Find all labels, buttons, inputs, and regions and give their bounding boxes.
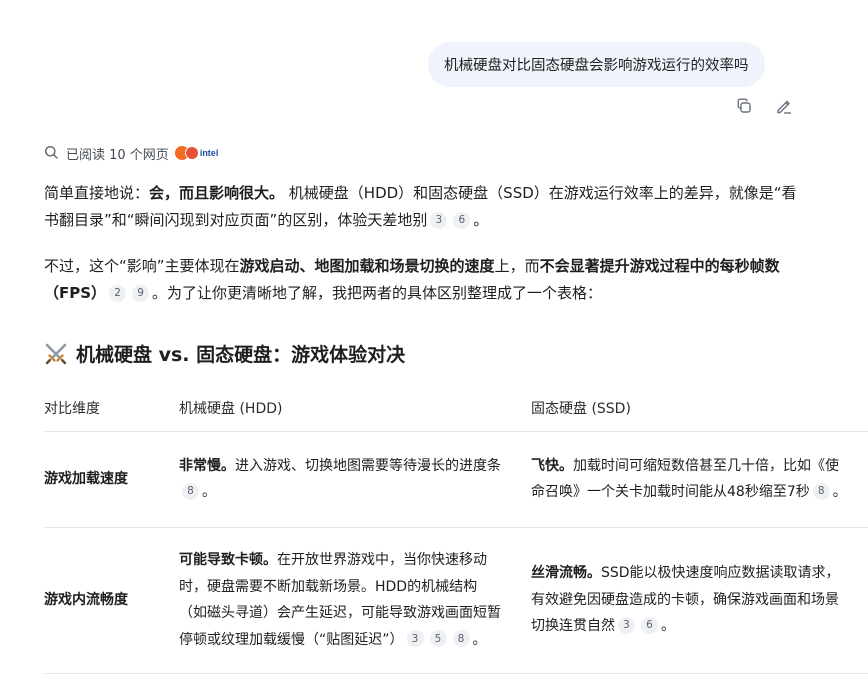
citation-badge[interactable]: 3: [430, 212, 448, 229]
citation-badge[interactable]: 2: [109, 285, 127, 302]
user-message-bubble: 机械硬盘对比固态硬盘会影响游戏运行的效率吗: [428, 42, 765, 87]
section-title-text: 机械硬盘 vs. 固态硬盘：游戏体验对决: [76, 344, 406, 366]
citation-badge[interactable]: 6: [641, 617, 658, 634]
citation-badge[interactable]: 3: [618, 617, 635, 634]
user-message-text: 机械硬盘对比固态硬盘会影响游戏运行的效率吗: [444, 58, 749, 74]
intel-logo-icon: intel: [199, 148, 219, 158]
table-cell-hdd: 可能导致卡顿。在开放世界游戏中，当你快速移动时，硬盘需要不断加载新场景。HDD的…: [179, 527, 531, 674]
comparison-table: 对比维度 机械硬盘 (HDD) 固态硬盘 (SSD) 游戏加载速度 非常慢。进入…: [44, 387, 868, 674]
source-favicons: intel: [174, 146, 219, 160]
crossed-swords-icon: [44, 342, 68, 366]
citation-badge[interactable]: 8: [452, 630, 470, 648]
table-header-row: 对比维度 机械硬盘 (HDD) 固态硬盘 (SSD): [44, 387, 868, 432]
table-cell-dimension: 游戏内流畅度: [44, 527, 179, 674]
table-cell-hdd: 非常慢。进入游戏、切换地图需要等待漫长的进度条8。: [179, 431, 531, 528]
section-heading: 机械硬盘 vs. 固态硬盘：游戏体验对决: [44, 340, 405, 367]
table-header-cell: 对比维度: [44, 387, 179, 432]
table-cell-ssd: 飞快。加载时间可缩短数倍甚至几十倍，比如《使命召唤》一个关卡加载时间能从48秒缩…: [531, 431, 868, 528]
table-cell-dimension: 游戏加载速度: [44, 431, 179, 528]
search-icon: [44, 145, 60, 161]
citation-badge[interactable]: 9: [132, 285, 150, 302]
answer-paragraph-1: 简单直接地说：会，而且影响很大。 机械硬盘（HDD）和固态硬盘（SSD）在游戏运…: [44, 184, 797, 229]
citation-badge[interactable]: 5: [429, 630, 447, 648]
citation-badge[interactable]: 3: [406, 630, 424, 648]
citation-badge[interactable]: 8: [182, 482, 199, 500]
emphasis: 游戏启动、地图加载和场景切换的速度: [239, 257, 495, 275]
table-row: 游戏内流畅度 可能导致卡顿。在开放世界游戏中，当你快速移动时，硬盘需要不断加载新…: [44, 527, 868, 674]
citation-badge[interactable]: 6: [453, 212, 471, 229]
copy-icon[interactable]: [734, 96, 754, 116]
source-favicon-2: [184, 146, 199, 160]
read-status-text: 已阅读 10 个网页: [66, 147, 169, 163]
emphasis: 会，而且影响很大。: [149, 184, 285, 202]
web-sources-read[interactable]: 已阅读 10 个网页 intel: [44, 143, 218, 163]
answer-paragraph-2: 不过，这个“影响”主要体现在游戏启动、地图加载和场景切换的速度上，而不会显著提升…: [44, 257, 780, 302]
table-row: 游戏加载速度 非常慢。进入游戏、切换地图需要等待漫长的进度条8。 飞快。加载时间…: [44, 431, 868, 528]
citation-badge[interactable]: 8: [812, 482, 830, 500]
table-cell-ssd: 丝滑流畅。SSD能以极快速度响应数据读取请求，有效避免因硬盘造成的卡顿，确保游戏…: [531, 527, 868, 674]
table-header-cell: 机械硬盘 (HDD): [179, 387, 531, 432]
table-header-cell: 固态硬盘 (SSD): [531, 387, 868, 432]
message-actions: [734, 96, 794, 116]
edit-icon[interactable]: [774, 96, 794, 116]
